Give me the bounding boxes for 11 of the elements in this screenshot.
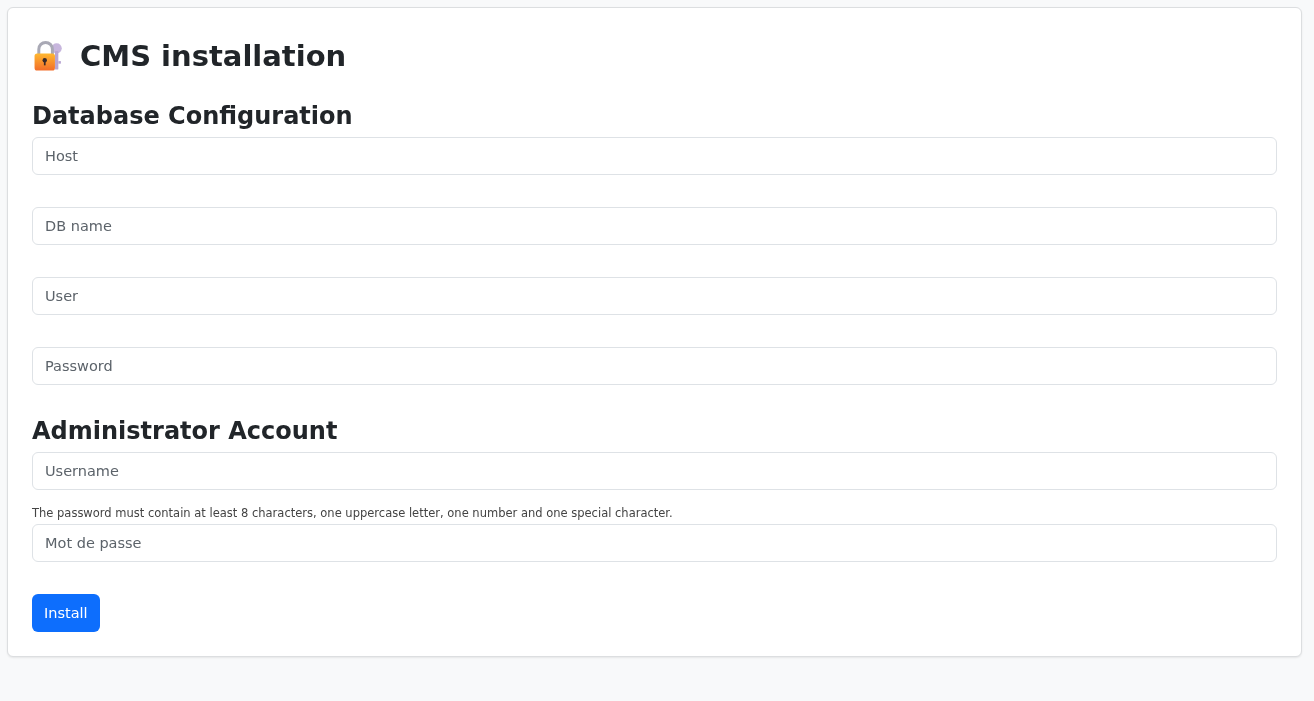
input-field[interactable]: Mot de passe [32, 523, 1277, 562]
input-field[interactable]: User [32, 276, 1277, 315]
input-field[interactable]: DB name [32, 206, 1277, 245]
section-heading: Database Configuration [32, 102, 354, 131]
page-title: CMS installation [80, 39, 347, 73]
input-field[interactable]: Password [32, 346, 1277, 385]
input-field[interactable]: Host [32, 136, 1277, 175]
help-text: The password must contain at least 8 characters, one uppercase letter, one number and one special character. [32, 505, 674, 520]
input-field[interactable]: Username [32, 451, 1277, 490]
section-heading: Administrator Account [32, 416, 339, 446]
install-button[interactable]: Install [32, 593, 100, 632]
